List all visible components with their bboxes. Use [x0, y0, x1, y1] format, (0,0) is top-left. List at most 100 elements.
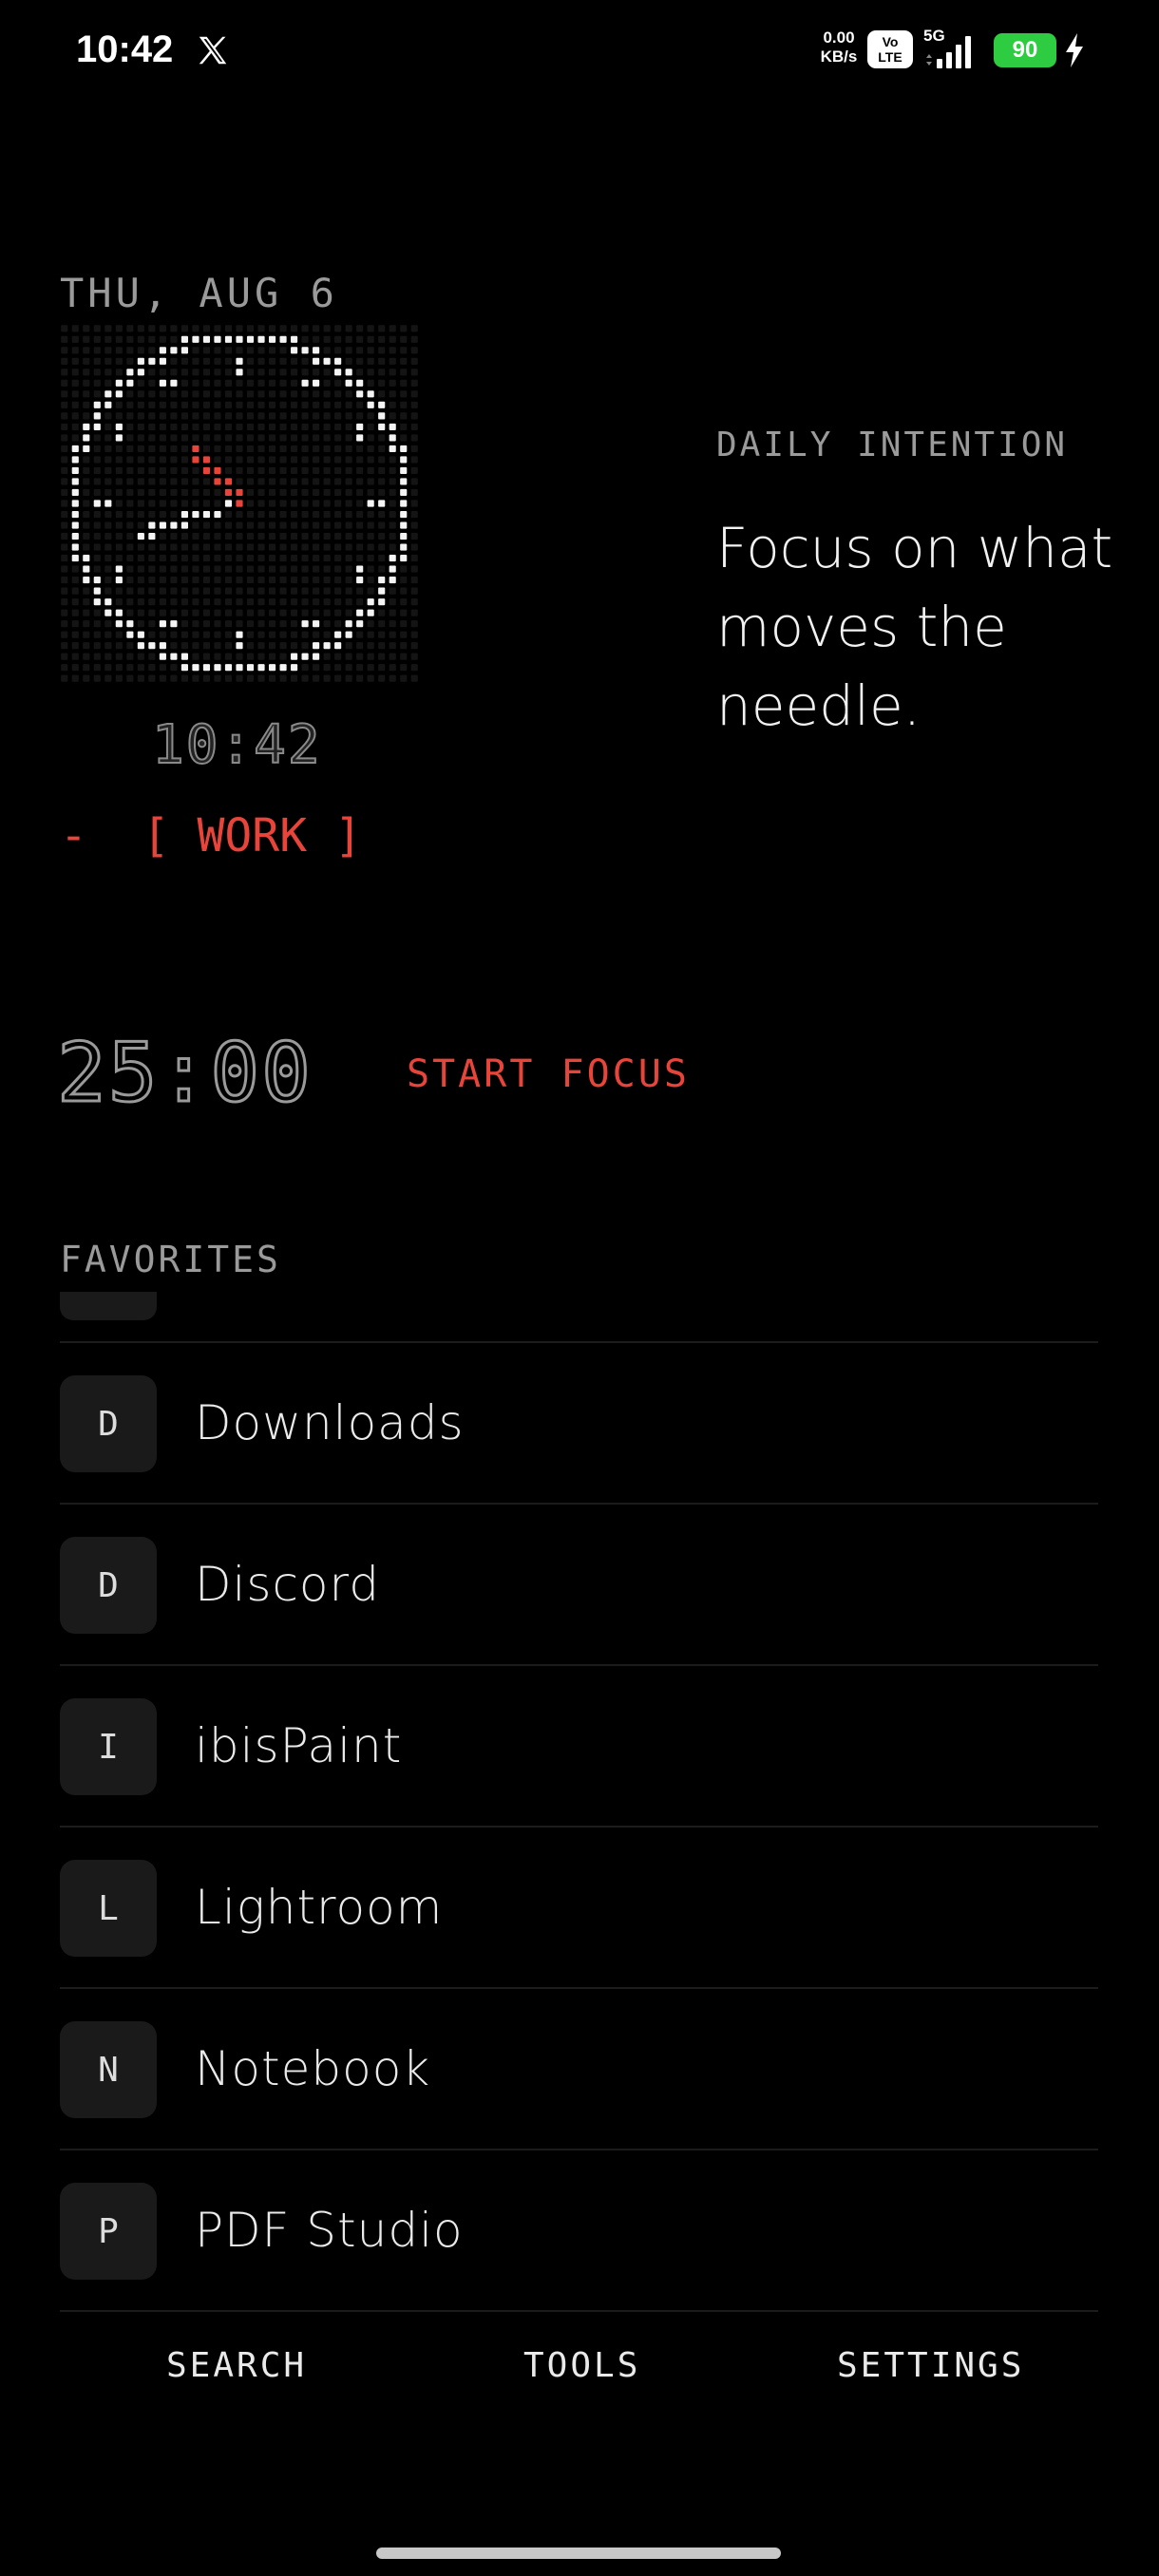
clock-grid-dot: [323, 335, 331, 343]
nav-settings-button[interactable]: SETTINGS: [837, 2346, 1024, 2385]
favorite-item[interactable]: I ibisPaint: [60, 1664, 1098, 1826]
clock-grid-dot: [268, 500, 276, 507]
clock-grid-dot: [268, 642, 276, 650]
clock-grid-dot: [257, 401, 265, 408]
clock-grid-dot: [345, 598, 352, 606]
clock-face-dot: [378, 500, 386, 507]
clock-grid-dot: [61, 532, 68, 540]
clock-grid-dot: [148, 631, 156, 638]
clock-grid-dot: [323, 543, 331, 551]
favorite-item[interactable]: D Downloads: [60, 1341, 1098, 1503]
clock-grid-dot: [83, 609, 90, 616]
clock-grid-dot: [71, 642, 79, 650]
clock-grid-dot: [410, 510, 418, 519]
favorite-item[interactable]: N Notebook: [60, 1987, 1098, 2149]
clock-grid-dot: [137, 434, 144, 442]
clock-grid-dot: [345, 335, 352, 343]
clock-grid-dot: [378, 555, 386, 562]
favorites-list[interactable]: D Downloads D Discord I ibisPaint L Ligh…: [60, 1341, 1098, 2312]
clock-face-dot: [400, 510, 408, 519]
clock-grid-dot: [313, 500, 320, 507]
clock-grid-dot: [313, 390, 320, 398]
nav-tools-button[interactable]: TOOLS: [523, 2346, 640, 2385]
clock-grid-dot: [291, 401, 298, 408]
favorite-item[interactable]: L Lightroom: [60, 1826, 1098, 1987]
clock-grid-dot: [202, 347, 211, 354]
clock-grid-dot: [246, 478, 255, 485]
clock-grid-dot: [246, 347, 255, 354]
clock-grid-dot: [323, 587, 331, 595]
clock-grid-dot: [137, 500, 144, 507]
clock-grid-dot: [61, 521, 68, 529]
clock-face-dot: [83, 423, 90, 430]
clock-grid-dot: [400, 642, 408, 650]
clock-grid-dot: [61, 347, 68, 354]
clock-grid-dot: [148, 555, 156, 562]
clock-grid-dot: [202, 412, 211, 420]
clock-grid-dot: [301, 369, 309, 376]
clock-grid-dot: [236, 609, 243, 616]
clock-hour-hand-dot: [224, 488, 233, 497]
clock-grid-dot: [246, 510, 255, 519]
clock-grid-dot: [410, 423, 418, 430]
clock-face-dot: [367, 609, 374, 616]
clock-grid-dot: [291, 577, 298, 584]
clock-grid-dot: [180, 500, 188, 507]
clock-grid-dot: [400, 401, 408, 408]
clock-grid-dot: [180, 456, 188, 464]
app-letter-tile: D: [60, 1375, 157, 1472]
clock-grid-dot: [93, 543, 101, 551]
clock-grid-dot: [159, 565, 166, 573]
clock-grid-dot: [378, 379, 386, 387]
clock-grid-dot: [83, 587, 90, 595]
clock-grid-dot: [71, 379, 79, 387]
clock-grid-dot: [192, 390, 200, 398]
app-name: PDF Studio: [195, 2203, 464, 2258]
clock-grid-dot: [115, 325, 123, 332]
clock-grid-dot: [313, 445, 320, 452]
clock-grid-dot: [115, 543, 123, 551]
analog-dot-clock[interactable]: [59, 323, 420, 684]
clock-grid-dot: [345, 510, 352, 519]
clock-grid-dot: [268, 587, 276, 595]
clock-grid-dot: [61, 466, 68, 475]
clock-grid-dot: [410, 620, 418, 628]
clock-grid-dot: [410, 357, 418, 365]
clock-face-dot: [367, 500, 374, 507]
clock-grid-dot: [367, 456, 374, 464]
clock-grid-dot: [356, 445, 364, 452]
start-focus-button[interactable]: START FOCUS: [407, 1052, 690, 1096]
clock-grid-dot: [410, 565, 418, 573]
clock-grid-dot: [93, 653, 101, 660]
clock-face-dot: [389, 577, 396, 584]
clock-face-dot: [224, 664, 233, 672]
favorite-item[interactable]: D Discord: [60, 1503, 1098, 1664]
clock-grid-dot: [214, 609, 221, 616]
clock-grid-dot: [126, 664, 134, 672]
mode-selector[interactable]: - [ WORK ]: [60, 809, 362, 862]
intention-text[interactable]: Focus on what moves the needle.: [716, 509, 1134, 746]
clock-grid-dot: [93, 347, 101, 354]
clock-grid-dot: [279, 500, 287, 507]
clock-face-dot: [180, 335, 188, 343]
clock-grid-dot: [291, 325, 298, 332]
clock-grid-dot: [224, 379, 233, 387]
favorite-item[interactable]: P PDF Studio: [60, 2149, 1098, 2312]
clock-grid-dot: [378, 347, 386, 354]
clock-grid-dot: [313, 587, 320, 595]
clock-grid-dot: [104, 369, 112, 376]
clock-grid-dot: [334, 390, 342, 398]
clock-grid-dot: [246, 357, 255, 365]
home-gesture-bar[interactable]: [376, 2548, 781, 2559]
clock-face-dot: [137, 642, 144, 650]
clock-grid-dot: [400, 577, 408, 584]
clock-face-dot: [71, 488, 79, 497]
clock-grid-dot: [61, 543, 68, 551]
clock-grid-dot: [378, 521, 386, 529]
nav-search-button[interactable]: SEARCH: [166, 2346, 307, 2385]
clock-grid-dot: [334, 401, 342, 408]
clock-grid-dot: [268, 357, 276, 365]
clock-grid-dot: [356, 357, 364, 365]
clock-grid-dot: [246, 598, 255, 606]
clock-grid-dot: [400, 620, 408, 628]
